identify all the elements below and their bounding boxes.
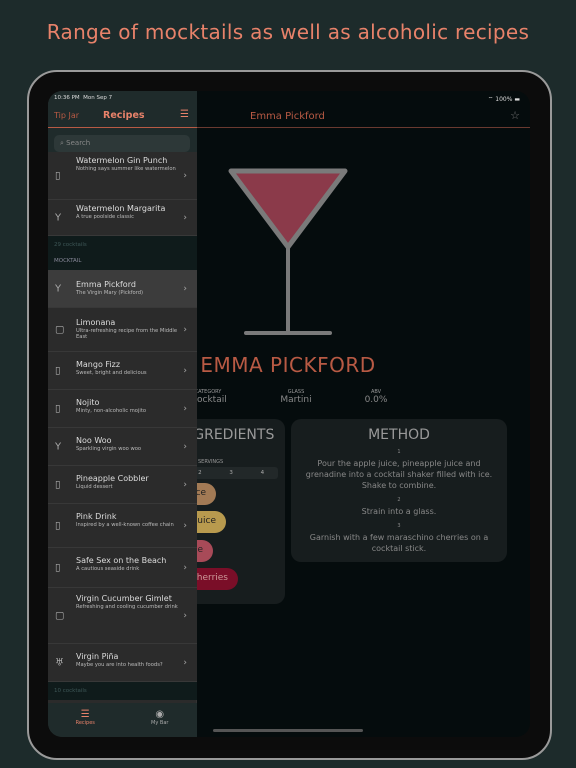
search-icon: ⌕	[60, 139, 64, 147]
list-item[interactable]: Y Noo Woo Sparkling virgin woo woo ›	[48, 428, 197, 466]
status-time: 10:36 PM Mon Sep 7	[54, 95, 113, 101]
item-description: Minty, non-alcoholic mojito	[76, 407, 147, 414]
home-indicator	[213, 729, 363, 732]
martini-glass-icon: Y	[55, 212, 62, 223]
highball-glass-icon: ▯	[55, 520, 61, 531]
mocktail-count: 10 cocktails	[48, 682, 197, 700]
item-name: Safe Sex on the Beach	[76, 556, 167, 565]
item-name: Limonana	[76, 318, 116, 327]
chevron-right-icon: ›	[183, 212, 187, 223]
serving-4[interactable]: 4	[247, 467, 278, 479]
chevron-right-icon: ›	[183, 479, 187, 490]
list-item[interactable]: ▯ Mango Fizz Sweet, bright and delicious…	[48, 352, 197, 390]
list-item[interactable]: ▯ Pink Drink Inspired by a well-known co…	[48, 504, 197, 548]
martini-glass-illustration	[228, 168, 348, 335]
serving-3[interactable]: 3	[216, 467, 247, 479]
person-circle-icon: ◉	[155, 709, 165, 720]
battery-text: 100%	[495, 96, 513, 103]
item-name: Virgin Cucumber Gimlet	[76, 594, 172, 603]
chevron-right-icon: ›	[183, 610, 187, 621]
status-battery: ⌔ 100% ▬	[487, 96, 520, 103]
cocktail-count: 29 cocktails	[48, 236, 197, 254]
list-item[interactable]: ▯ Safe Sex on the Beach A cautious seasi…	[48, 548, 197, 588]
list-item[interactable]: ▢ Limonana Ultra-refreshing recipe from …	[48, 308, 197, 352]
list-item[interactable]: ♅ Virgin Piña Maybe you are into health …	[48, 644, 197, 682]
method-step: 3 Garnish with a few maraschino cherries …	[309, 523, 489, 553]
highball-glass-icon: ▯	[55, 170, 61, 181]
rocks-glass-icon: ▢	[55, 324, 65, 335]
list-item[interactable]: Y Emma Pickford The Virgin Mary (Pickfor…	[48, 270, 197, 308]
tab-bar: ☰ Recipes ◉ My Bar	[48, 703, 197, 737]
item-name: Emma Pickford	[76, 280, 136, 289]
tab-my-bar[interactable]: ◉ My Bar	[123, 703, 198, 737]
chevron-right-icon: ›	[183, 283, 187, 294]
item-description: Refreshing and cooling cucumber drink	[76, 603, 178, 610]
list-item[interactable]: Y Watermelon Margarita A true poolside c…	[48, 200, 197, 236]
sidebar-header: 10:36 PM Mon Sep 7 Tip Jar Recipes ☰	[48, 91, 197, 128]
meta-abv: ABV 0.0%	[364, 389, 388, 405]
chevron-right-icon: ›	[183, 324, 187, 335]
tip-jar-button[interactable]: Tip Jar	[54, 111, 79, 120]
list-item[interactable]: ▯ Watermelon Gin Punch Nothing says summ…	[48, 152, 197, 200]
nav-title: Emma Pickford	[250, 111, 325, 122]
martini-glass-icon: Y	[55, 283, 62, 294]
chevron-right-icon: ›	[183, 657, 187, 668]
item-name: Pineapple Cobbler	[76, 474, 149, 483]
martini-glass-icon: Y	[55, 441, 62, 452]
chevron-right-icon: ›	[183, 562, 187, 573]
chevron-right-icon: ›	[183, 441, 187, 452]
method-step: 2 Strain into a glass.	[361, 497, 437, 516]
meta-glass: GLASS Martini	[280, 389, 312, 405]
chevron-right-icon: ›	[183, 365, 187, 376]
list-item[interactable]: ▯ Pineapple Cobbler Liquid dessert ›	[48, 466, 197, 504]
highball-glass-icon: ▯	[55, 479, 61, 490]
item-description: Liquid dessert	[76, 483, 113, 490]
item-description: The Virgin Mary (Pickford)	[76, 289, 144, 296]
item-description: Inspired by a well-known coffee chain	[76, 521, 174, 528]
list-item[interactable]: ▯ Nojito Minty, non-alcoholic mojito ›	[48, 390, 197, 428]
item-name: Mango Fizz	[76, 360, 121, 369]
item-description: A true poolside classic	[76, 213, 135, 220]
rocks-glass-icon: ▢	[55, 610, 65, 621]
item-name: Virgin Piña	[76, 652, 119, 661]
item-name: Pink Drink	[76, 512, 117, 521]
hurricane-glass-icon: ♅	[55, 657, 64, 668]
app-screen: ⌔ 100% ▬ Emma Pickford ☆ EMMA PICKFORD C…	[48, 91, 530, 737]
item-description: Nothing says summer like watermelon	[76, 165, 176, 172]
headline: Range of mocktails as well as alcoholic …	[46, 20, 530, 44]
method-title: METHOD	[368, 427, 430, 443]
item-description: Maybe you are into health foods?	[76, 661, 163, 668]
highball-glass-icon: ▯	[55, 403, 61, 414]
sidebar: 10:36 PM Mon Sep 7 Tip Jar Recipes ☰ ⌕ S…	[48, 91, 197, 737]
method-card: METHOD 1 Pour the apple juice, pineapple …	[291, 419, 507, 562]
sidebar-title: Recipes	[103, 110, 145, 121]
item-name: Watermelon Gin Punch	[76, 156, 168, 165]
tab-recipes[interactable]: ☰ Recipes	[48, 703, 123, 737]
highball-glass-icon: ▯	[55, 562, 61, 573]
item-name: Nojito	[76, 398, 100, 407]
item-description: A cautious seaside drink	[76, 565, 140, 572]
list-icon: ☰	[80, 709, 90, 720]
highball-glass-icon: ▯	[55, 365, 61, 376]
favorite-star-icon[interactable]: ☆	[510, 109, 520, 122]
glass-bowl	[228, 168, 348, 250]
filter-sliders-icon[interactable]: ☰	[180, 109, 189, 120]
list-item[interactable]: ▢ Virgin Cucumber Gimlet Refreshing and …	[48, 588, 197, 644]
chevron-right-icon: ›	[183, 170, 187, 181]
item-description: Sweet, bright and delicious	[76, 369, 147, 376]
item-name: Noo Woo	[76, 436, 112, 445]
recipe-list[interactable]: ▯ Watermelon Gin Punch Nothing says summ…	[48, 152, 197, 700]
section-header-mocktail: MOCKTAIL	[48, 254, 197, 270]
search-input[interactable]: ⌕ Search	[54, 135, 190, 152]
method-step: 1 Pour the apple juice, pineapple juice a…	[305, 449, 493, 490]
item-description: Sparkling virgin woo woo	[76, 445, 142, 452]
servings-label: SERVINGS	[198, 459, 224, 465]
item-description: Ultra-refreshing recipe from the Middle …	[76, 327, 178, 341]
chevron-right-icon: ›	[183, 520, 187, 531]
chevron-right-icon: ›	[183, 403, 187, 414]
item-name: Watermelon Margarita	[76, 204, 166, 213]
